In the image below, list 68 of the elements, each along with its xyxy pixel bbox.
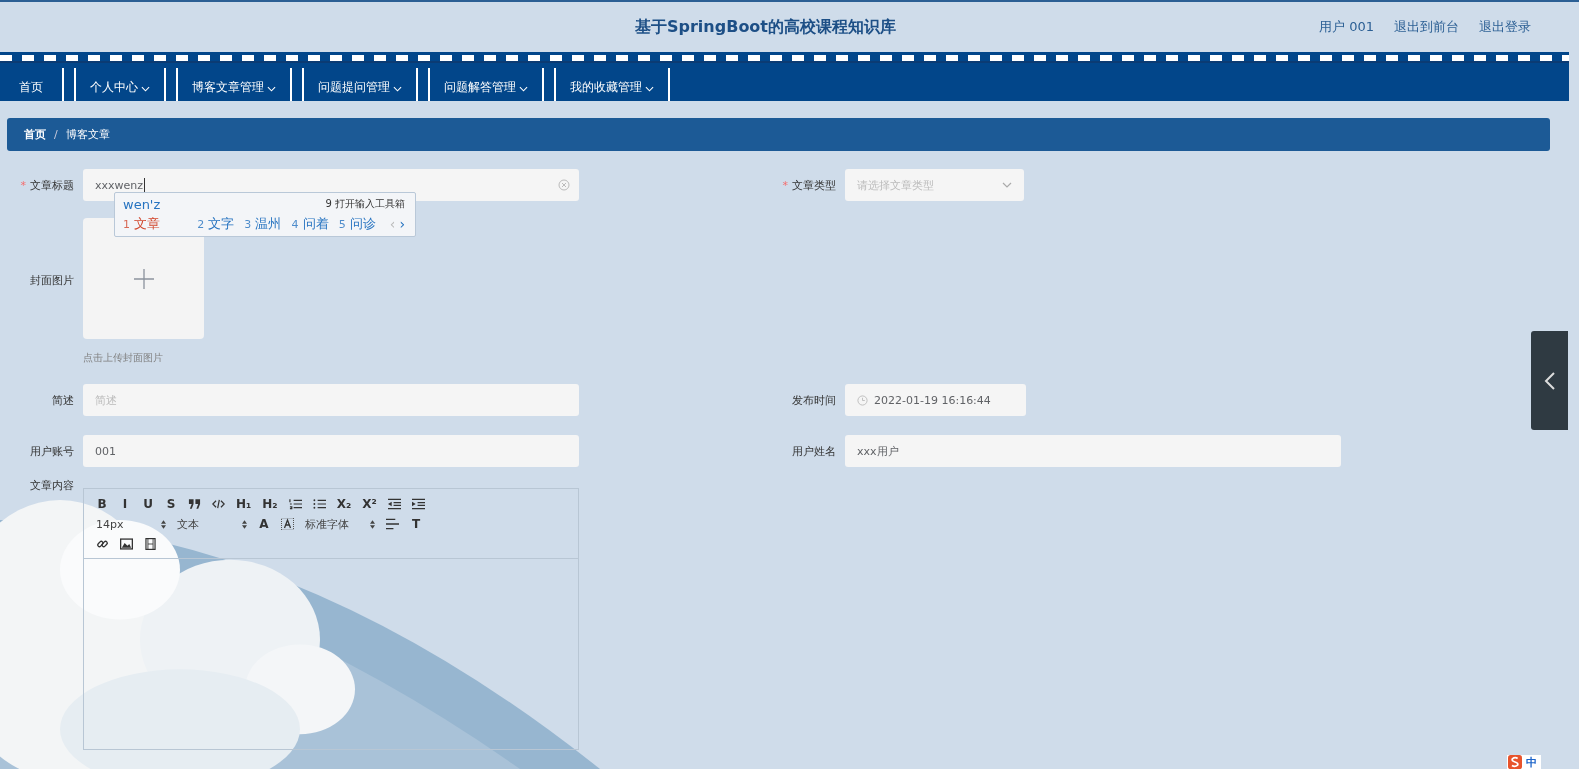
format-button[interactable]: U	[142, 497, 154, 511]
format-button[interactable]: H₂	[262, 497, 278, 511]
ime-logo-icon	[1507, 755, 1523, 769]
breadcrumb-separator: /	[54, 128, 58, 141]
nav-menu-item[interactable]: 个人中心	[74, 68, 166, 101]
sort-arrows-icon	[242, 519, 247, 529]
required-mark: *	[20, 178, 26, 192]
field-label: 发布时间	[792, 393, 836, 407]
header-link[interactable]: 退出到前台	[1394, 18, 1459, 36]
ime-mode-label: 中	[1526, 754, 1537, 769]
date-time-picker[interactable]: 2022-01-19 16:16:44	[845, 384, 1026, 416]
field-label: 文章内容	[30, 479, 74, 492]
breadcrumb-item: 博客文章	[65, 127, 110, 142]
format-button[interactable]: I	[119, 497, 131, 511]
ime-candidate[interactable]: 3 温州	[244, 215, 282, 233]
field-label: 文章标题	[30, 178, 74, 192]
link-icon[interactable]	[96, 538, 109, 550]
image-icon[interactable]	[120, 538, 133, 550]
nav-menu-item[interactable]: 博客文章管理	[176, 68, 292, 101]
format-dropdown[interactable]: 文本	[177, 516, 247, 532]
quote-icon[interactable]	[188, 498, 201, 510]
format-button[interactable]: S	[165, 497, 177, 511]
plus-icon	[133, 268, 154, 289]
format-button[interactable]: H₁	[236, 497, 252, 511]
user-label: 用户 001	[1319, 18, 1374, 36]
sort-arrows-icon	[161, 519, 166, 529]
align-icon[interactable]	[386, 518, 399, 530]
field-label: 封面图片	[30, 274, 74, 287]
code-icon[interactable]	[212, 498, 225, 510]
account-input[interactable]: 001	[83, 435, 579, 467]
format-button[interactable]: T	[410, 517, 422, 531]
format-button[interactable]: A	[258, 517, 270, 531]
format-button[interactable]: X₂	[336, 497, 352, 511]
header-link[interactable]: 退出登录	[1479, 18, 1531, 36]
nav-menu-item[interactable]: 问题提问管理	[302, 68, 418, 101]
clear-icon	[558, 179, 570, 191]
field-label: 用户账号	[30, 444, 74, 458]
site-title: 基于SpringBoot的高校课程知识库	[635, 16, 896, 38]
ime-candidate[interactable]: 2 文字	[197, 215, 235, 233]
highlight-icon[interactable]	[281, 518, 294, 530]
field-label: 文章类型	[792, 178, 836, 192]
format-button[interactable]: X²	[362, 497, 377, 511]
ime-candidate[interactable]: 1 文章	[123, 215, 188, 233]
nav-menu-item[interactable]: 我的收藏管理	[554, 68, 670, 101]
bullet-list-icon[interactable]	[312, 498, 326, 510]
upload-hint: 点击上传封面图片	[83, 351, 164, 365]
breadcrumb-item[interactable]: 首页	[24, 127, 46, 142]
ime-candidate[interactable]: 4 问着	[291, 215, 329, 233]
next-page-arrow[interactable]: ›	[399, 216, 405, 232]
format-dropdown[interactable]: 标准字体	[305, 516, 375, 532]
chevron-down-icon	[1002, 182, 1012, 188]
film-icon[interactable]	[144, 538, 157, 550]
ordered-list-icon[interactable]	[288, 498, 302, 510]
format-dropdown[interactable]: 14px	[96, 517, 166, 531]
clock-icon	[857, 394, 868, 406]
field-label: 用户姓名	[792, 444, 836, 458]
chevron-left-icon	[1543, 370, 1556, 391]
name-input[interactable]: xxx用户	[845, 435, 1341, 467]
sort-arrows-icon	[370, 519, 375, 529]
field-label: 简述	[52, 393, 74, 407]
ime-status-bar[interactable]: 中	[1507, 755, 1541, 769]
format-button[interactable]: B	[96, 497, 108, 511]
ime-candidate[interactable]: 5 问诊	[338, 215, 376, 233]
nav-menu-item[interactable]: 问题解答管理	[428, 68, 544, 101]
nav-menu-item[interactable]: 首页	[0, 68, 64, 101]
required-mark: *	[782, 178, 788, 192]
indent-icon[interactable]	[411, 498, 425, 510]
outdent-icon[interactable]	[387, 498, 401, 510]
